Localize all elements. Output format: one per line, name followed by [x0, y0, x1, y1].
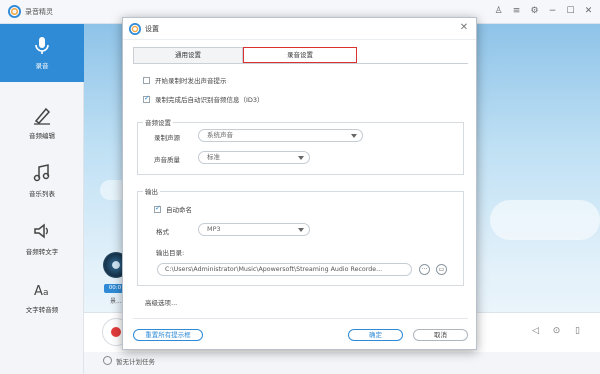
- browse-button[interactable]: ···: [419, 264, 430, 275]
- text-to-speech-icon: A a: [34, 284, 49, 299]
- sidebar-item-label: 文字转音频: [25, 306, 59, 314]
- sidebar-item-speech-to-text[interactable]: 音频转文字: [0, 210, 84, 268]
- output-title: 输出: [143, 186, 160, 196]
- quality-value: 标准: [207, 153, 220, 161]
- tab-general-settings[interactable]: 通用设置: [133, 47, 243, 63]
- dialog-title: 设置: [145, 25, 159, 33]
- pen-icon: [34, 107, 51, 125]
- ok-button[interactable]: 确定: [348, 329, 403, 341]
- task-status[interactable]: 暂无计划任务: [116, 356, 155, 366]
- option-label: 录制完成后自动识别音频信息（ID3）: [155, 96, 264, 104]
- sidebar-item-label: 录音: [35, 62, 49, 70]
- status-bar: [84, 352, 600, 374]
- sidebar-item-record[interactable]: 录音: [0, 24, 84, 82]
- settings-dialog: 设置 ✕ 通用设置 录音设置 开始录制时发出声音提示 录制完成后自动识别音频信息…: [122, 17, 477, 350]
- option-auto-id3[interactable]: 录制完成后自动识别音频信息（ID3）: [143, 94, 264, 104]
- open-folder-icon[interactable]: ▭: [436, 264, 447, 275]
- menu-icon[interactable]: ≡: [511, 6, 522, 17]
- dialog-titlebar: 设置 ✕: [123, 18, 476, 40]
- svg-text:A: A: [34, 284, 43, 299]
- app-logo-icon: [8, 5, 21, 18]
- music-note-icon: [33, 164, 50, 182]
- source-select[interactable]: 系统声音: [198, 129, 363, 142]
- quality-select[interactable]: 标准: [198, 151, 310, 164]
- svg-text:a: a: [43, 288, 49, 298]
- player-right-controls: ◁ ⊙ ▯: [530, 326, 583, 337]
- user-icon[interactable]: ♙: [493, 6, 504, 17]
- volume-icon[interactable]: ◁: [530, 326, 541, 337]
- source-value: 系统声音: [207, 131, 233, 139]
- audio-settings-title: 音频设置: [143, 117, 173, 127]
- sidebar-item-text-to-speech[interactable]: A a 文字转音频: [0, 268, 84, 326]
- option-sound-prompt[interactable]: 开始录制时发出声音提示: [143, 75, 227, 85]
- checkbox[interactable]: [143, 94, 150, 103]
- track-title-partial: 景...: [110, 298, 122, 305]
- microphone-icon: [35, 37, 49, 54]
- quality-label: 声音质量: [154, 156, 180, 164]
- minimize-icon[interactable]: −: [547, 6, 558, 17]
- lock-icon[interactable]: ⊙: [551, 326, 562, 337]
- sidebar-item-audio-edit[interactable]: 音频编辑: [0, 94, 84, 152]
- checkbox[interactable]: [143, 76, 150, 84]
- reset-prompts-button[interactable]: 重置所有提示框: [133, 329, 203, 341]
- chevron-down-icon: [351, 134, 357, 138]
- format-select[interactable]: MP3: [198, 223, 310, 236]
- option-auto-name[interactable]: 自动命名: [154, 204, 192, 214]
- checkbox[interactable]: [154, 204, 161, 213]
- gear-icon[interactable]: ⚙: [529, 6, 540, 17]
- app-title: 录音精灵: [25, 7, 53, 16]
- speaker-icon: [34, 223, 48, 239]
- format-value: MP3: [207, 225, 221, 233]
- app-logo-icon: [129, 23, 141, 35]
- cloud-decoration: [490, 200, 600, 240]
- cancel-button[interactable]: 取消: [413, 329, 468, 341]
- chevron-down-icon: [298, 156, 304, 160]
- output-dir-field[interactable]: C:\Users\Administrator\Music\Apowersoft\…: [157, 263, 412, 276]
- sidebar-item-label: 音乐列表: [29, 190, 55, 198]
- output-dir-label: 输出目录:: [156, 249, 185, 257]
- divider: [133, 318, 468, 319]
- sidebar-item-label: 音频转文字: [25, 248, 59, 256]
- sidebar: 录音 音频编辑 音乐列表 音频转文字 A a 文字转音频: [0, 24, 84, 374]
- sidebar-item-label: 音频编辑: [29, 132, 55, 140]
- tab-recording-settings[interactable]: 录音设置: [243, 47, 357, 63]
- file-icon[interactable]: ▯: [572, 326, 583, 337]
- clock-icon: [103, 356, 112, 365]
- maximize-icon[interactable]: ☐: [565, 6, 576, 17]
- sidebar-item-music-list[interactable]: 音乐列表: [0, 152, 84, 210]
- close-icon[interactable]: ✕: [583, 6, 594, 17]
- tab-divider: [133, 63, 468, 64]
- advanced-options-link[interactable]: 高级选项...: [145, 297, 177, 307]
- option-label: 自动命名: [166, 206, 192, 214]
- source-label: 录制声源: [154, 134, 180, 142]
- option-label: 开始录制时发出声音提示: [155, 77, 227, 85]
- titlebar-controls: ♙ ≡ ⚙ − ☐ ✕: [493, 6, 594, 17]
- chevron-down-icon: [298, 228, 304, 232]
- format-label: 格式: [156, 228, 169, 236]
- close-icon[interactable]: ✕: [458, 22, 470, 34]
